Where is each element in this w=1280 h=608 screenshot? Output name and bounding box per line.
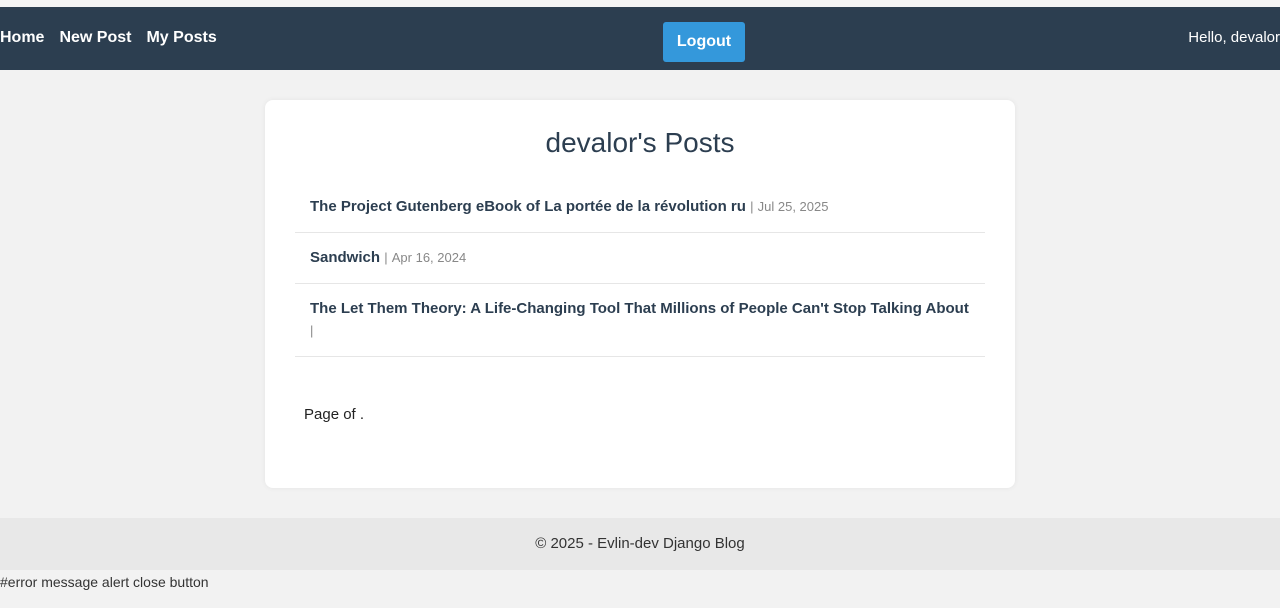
main-content: devalor's Posts The Project Gutenberg eB…: [0, 70, 1280, 518]
logout-button[interactable]: Logout: [663, 22, 745, 62]
post-separator: |: [310, 323, 314, 338]
post-date: Apr 16, 2024: [391, 250, 467, 265]
top-strip: [0, 0, 1280, 7]
nav-link-my-posts[interactable]: My Posts: [146, 29, 216, 47]
post-separator: |: [384, 250, 388, 265]
post-title-link[interactable]: Sandwich: [310, 249, 380, 266]
list-item: The Let Them Theory: A Life-Changing Too…: [295, 284, 985, 357]
user-greeting: Hello, devalor: [1188, 29, 1280, 46]
posts-card: devalor's Posts The Project Gutenberg eB…: [265, 100, 1015, 488]
nav-link-new-post[interactable]: New Post: [59, 29, 131, 47]
footer: © 2025 - Evlin-dev Django Blog: [0, 518, 1280, 570]
post-title-link[interactable]: The Project Gutenberg eBook of La portée…: [310, 198, 746, 215]
post-title-link[interactable]: The Let Them Theory: A Life-Changing Too…: [310, 300, 969, 317]
list-item: Sandwich | Apr 16, 2024: [295, 233, 985, 284]
page-title: devalor's Posts: [545, 127, 735, 158]
post-date: Jul 25, 2025: [757, 199, 829, 214]
nav-link-home[interactable]: Home: [0, 29, 44, 47]
post-separator: |: [750, 199, 754, 214]
footer-text: © 2025 - Evlin-dev Django Blog: [535, 535, 745, 552]
list-item: The Project Gutenberg eBook of La portée…: [295, 182, 985, 233]
navbar: Home New Post My Posts Logout Hello, dev…: [0, 7, 1280, 70]
pagination-text: Page of .: [304, 406, 365, 423]
error-alert-text: #error message alert close button: [0, 574, 209, 590]
post-list: The Project Gutenberg eBook of La portée…: [295, 182, 985, 357]
nav-links: Home New Post My Posts: [0, 7, 232, 70]
